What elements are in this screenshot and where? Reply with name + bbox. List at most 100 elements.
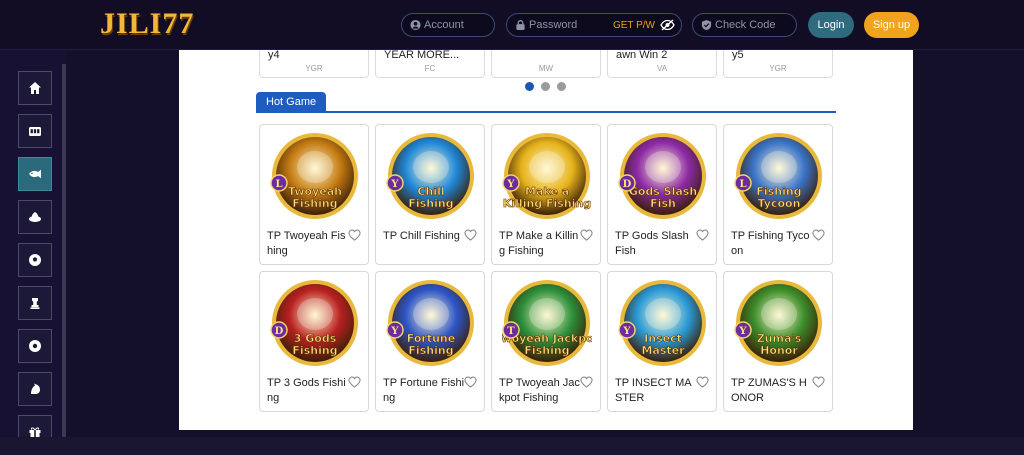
sidebar-item-soccer-ball[interactable]	[18, 243, 52, 277]
game-panel: y4 YGR YEAR MORE... FC MW awn Win 2 VA y5 YGR Ho…	[179, 49, 913, 430]
previous-game-title: awn Win 2	[616, 49, 668, 61]
favorite-heart-icon[interactable]	[464, 229, 477, 241]
previous-game-title: y5	[732, 49, 744, 61]
login-button[interactable]: Login	[808, 12, 854, 38]
game-card[interactable]: Gods Slash Fish D TP Gods Slash Fish	[607, 124, 717, 265]
eye-slash-icon[interactable]	[660, 19, 675, 31]
previous-game-card[interactable]: MW	[491, 50, 601, 78]
svg-text:Y: Y	[622, 326, 631, 337]
password-placeholder: Password	[529, 19, 578, 31]
lock-icon	[516, 20, 525, 31]
home-icon	[29, 82, 41, 94]
favorite-heart-icon[interactable]	[812, 229, 825, 241]
game-thumbnail[interactable]: FishingTycoonL	[734, 131, 824, 221]
provider-label: MW	[538, 64, 554, 73]
game-thumbnail[interactable]: FortuneFishingY	[386, 278, 476, 368]
provider-label: VA	[656, 64, 668, 73]
game-thumbnail[interactable]: TwoyeahFishingL	[270, 131, 360, 221]
favorite-heart-icon[interactable]	[580, 376, 593, 388]
account-input[interactable]: Account	[401, 13, 495, 37]
game-card[interactable]: Chill Fishing Y TP Chill Fishing	[375, 124, 485, 265]
game-card[interactable]: Twoyeah Fishing L TP Twoyeah Fishing	[259, 124, 369, 265]
svg-text:Fishing: Fishing	[408, 344, 453, 357]
soccer-ball-icon	[29, 254, 41, 266]
game-title: TP 3 Gods Fishing	[267, 377, 346, 404]
sidebar-item-lottery[interactable]	[18, 329, 52, 363]
svg-text:Fish: Fish	[650, 197, 676, 210]
game-title: TP Gods Slash Fish	[615, 230, 689, 257]
favorite-heart-icon[interactable]	[812, 376, 825, 388]
game-title: TP INSECT MASTER	[615, 377, 692, 404]
previous-game-card[interactable]: y5 YGR	[723, 49, 833, 78]
slot-machine-icon	[29, 127, 41, 136]
site-logo[interactable]: JILI77	[100, 7, 194, 41]
favorite-heart-icon[interactable]	[348, 376, 361, 388]
game-thumbnail[interactable]: Gods SlashFishD	[618, 131, 708, 221]
previous-game-title: y4	[268, 49, 280, 61]
password-input[interactable]: Password GET P/W	[506, 13, 682, 37]
svg-text:Fishing: Fishing	[524, 344, 569, 357]
lottery-icon	[29, 340, 41, 352]
game-card[interactable]: Fortune Fishing Y TP Fortune Fishing	[375, 271, 485, 412]
previous-game-title: YEAR MORE...	[384, 49, 460, 61]
cockfight-icon	[31, 383, 40, 394]
previous-game-card[interactable]: YEAR MORE... FC	[375, 49, 485, 78]
game-title: TP Twoyeah Fishing	[267, 230, 346, 257]
favorite-heart-icon[interactable]	[464, 376, 477, 388]
sidebar-item-cockfight[interactable]	[18, 372, 52, 406]
game-card[interactable]: Twoyeah JackpotFishingTTP Twoyeah Jackpo…	[491, 271, 601, 412]
game-title: TP Chill Fishing	[383, 230, 460, 242]
game-thumbnail[interactable]: Twoyeah JackpotFishingT	[502, 278, 592, 368]
game-card[interactable]: Zuma's Honor Y TP ZUMAS'S HONOR	[723, 271, 833, 412]
top-header: JILI77 Account Password GET P/W Check Co…	[0, 0, 1024, 50]
carousel-dot[interactable]	[557, 82, 566, 91]
sidebar-scrollbar[interactable]	[62, 64, 66, 455]
game-card[interactable]: Insect Master Y TP INSECT MASTER	[607, 271, 717, 412]
get-password-link[interactable]: GET P/W	[613, 20, 655, 31]
footer-strip	[0, 437, 1024, 455]
game-card[interactable]: Make a Killing Fishing Y TP Make a Killing …	[491, 124, 601, 265]
game-title: TP Make a Killing Fishing	[499, 230, 579, 257]
shield-check-icon	[701, 19, 712, 31]
previous-game-card[interactable]: awn Win 2 VA	[607, 49, 717, 78]
svg-text:Master: Master	[641, 344, 685, 357]
game-title: TP Fortune Fishing	[383, 377, 465, 404]
game-thumbnail[interactable]: Make aKilling FishingY	[502, 131, 592, 221]
svg-text:Fishing: Fishing	[292, 344, 337, 357]
svg-text:D: D	[623, 179, 632, 190]
svg-text:Y: Y	[390, 179, 399, 190]
check-code-input[interactable]: Check Code	[692, 13, 797, 37]
game-card[interactable]: Fishing Tycoon L TP Fishing Tycoon	[723, 124, 833, 265]
carousel-dot[interactable]	[525, 82, 534, 91]
signup-button[interactable]: Sign up	[864, 12, 919, 38]
game-card[interactable]: 3 Gods Fishing D TP 3 Gods Fishing	[259, 271, 369, 412]
game-thumbnail[interactable]: InsectMasterY	[618, 278, 708, 368]
fish-icon	[29, 169, 41, 179]
casino-chip-icon	[29, 212, 41, 222]
favorite-heart-icon[interactable]	[580, 229, 593, 241]
svg-text:T: T	[507, 326, 515, 337]
game-title: TP ZUMAS'S HONOR	[731, 377, 807, 404]
sidebar-item-chess[interactable]	[18, 286, 52, 320]
tab-hot-game[interactable]: Hot Game	[256, 92, 327, 112]
sidebar-item-fish[interactable]	[18, 157, 52, 191]
carousel-dot[interactable]	[541, 82, 550, 91]
tab-underline	[256, 111, 836, 113]
svg-text:Killing Fishing: Killing Fishing	[503, 197, 591, 210]
user-icon	[410, 19, 421, 31]
previous-game-card[interactable]: y4 YGR	[259, 49, 369, 78]
sidebar-item-home[interactable]	[18, 71, 52, 105]
sidebar-item-slot-machine[interactable]	[18, 114, 52, 148]
svg-text:Y: Y	[390, 326, 399, 337]
game-thumbnail[interactable]: ChillFishingY	[386, 131, 476, 221]
provider-label: YGR	[305, 64, 323, 73]
provider-label: FC	[424, 64, 436, 73]
favorite-heart-icon[interactable]	[348, 229, 361, 241]
svg-text:L: L	[739, 179, 746, 190]
favorite-heart-icon[interactable]	[696, 229, 709, 241]
game-thumbnail[interactable]: 3 GodsFishingD	[270, 278, 360, 368]
favorite-heart-icon[interactable]	[696, 376, 709, 388]
sidebar-item-casino-chip[interactable]	[18, 200, 52, 234]
provider-label: YGR	[769, 64, 787, 73]
game-thumbnail[interactable]: Zuma'sHonorY	[734, 278, 824, 368]
